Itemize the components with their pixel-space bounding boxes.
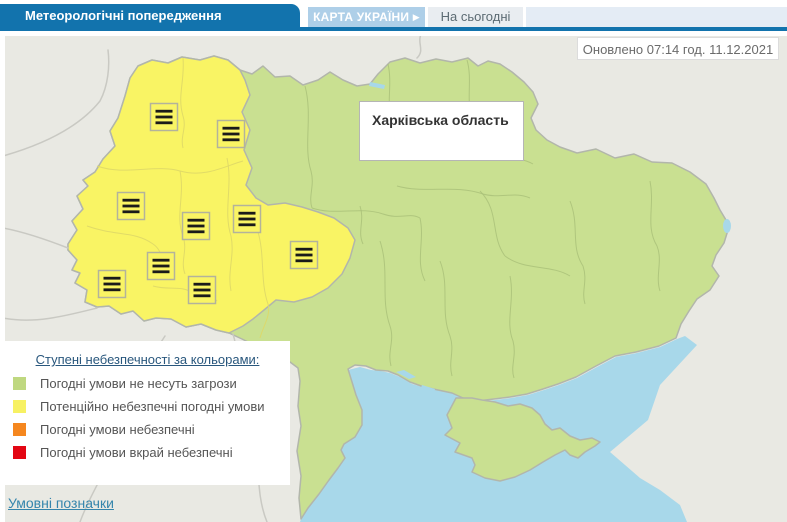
legend-title-link[interactable]: Ступені небезпечності за кольорами: xyxy=(13,352,282,367)
fog-warning-icon[interactable] xyxy=(189,277,216,304)
fog-warning-icon[interactable] xyxy=(148,253,175,280)
warning-map: Оновлено 07:14 год. 11.12.2021 Харківськ… xyxy=(5,36,787,522)
fog-warning-icon[interactable] xyxy=(151,104,178,131)
fog-warning-icon[interactable] xyxy=(218,121,245,148)
legend-swatch-yellow xyxy=(13,400,26,413)
legend-label: Потенційно небезпечні погодні умови xyxy=(40,399,265,414)
legend-item-potential: Потенційно небезпечні погодні умови xyxy=(13,396,290,419)
luhansk-lake xyxy=(723,219,731,233)
fog-warning-icon[interactable] xyxy=(234,206,261,233)
legend-item-safe: Погодні умови не несуть загрози xyxy=(13,373,290,396)
legend-label: Погодні умови не несуть загрози xyxy=(40,376,237,391)
legend-swatch-orange xyxy=(13,423,26,436)
legend-item-extreme: Погодні умови вкрай небезпечні xyxy=(13,442,290,465)
legend-swatch-red xyxy=(13,446,26,459)
fog-warning-icon[interactable] xyxy=(99,271,126,298)
tab-ukraine-map[interactable]: КАРТА УКРАЇНИ ▶ xyxy=(308,7,425,27)
tabbar-filler xyxy=(526,7,787,27)
symbols-legend-link[interactable]: Умовні позначки xyxy=(8,495,114,511)
region-tooltip: Харківська область xyxy=(359,101,524,161)
updated-timestamp: Оновлено 07:14 год. 11.12.2021 xyxy=(577,37,779,60)
arrow-right-icon: ▶ xyxy=(413,12,420,22)
fog-warning-icon[interactable] xyxy=(291,242,318,269)
legend-label: Погодні умови вкрай небезпечні xyxy=(40,445,233,460)
tab-bar: Метеорологічні попередження КАРТА УКРАЇН… xyxy=(0,0,787,31)
tab-today[interactable]: На сьогодні xyxy=(428,7,523,27)
tabbar-underline xyxy=(0,27,787,31)
legend-panel: Ступені небезпечності за кольорами: Пого… xyxy=(5,341,290,485)
tab-ukraine-map-label: КАРТА УКРАЇНИ xyxy=(313,10,409,24)
legend-item-danger: Погодні умови небезпечні xyxy=(13,419,290,442)
fog-warning-icon[interactable] xyxy=(183,213,210,240)
legend-label: Погодні умови небезпечні xyxy=(40,422,195,437)
region-tooltip-label: Харківська область xyxy=(372,112,511,128)
tab-meteo-warnings[interactable]: Метеорологічні попередження xyxy=(0,4,300,27)
fog-warning-icon[interactable] xyxy=(118,193,145,220)
legend-swatch-green xyxy=(13,377,26,390)
